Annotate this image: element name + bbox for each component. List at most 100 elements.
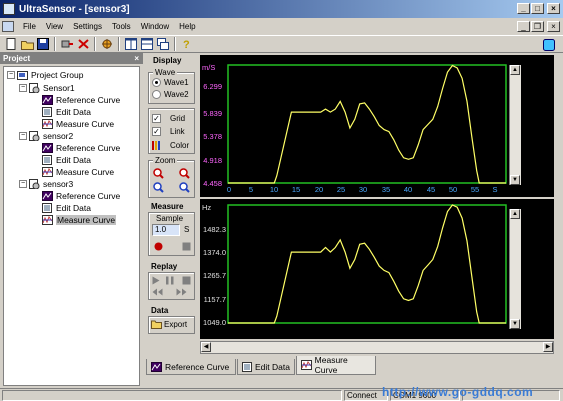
tree-item-label: Measure Curve [56, 167, 115, 177]
x-tick-label: 20 [314, 185, 324, 194]
rewind-icon[interactable] [152, 288, 163, 298]
sensor-icon[interactable] [100, 37, 114, 51]
tree-sensor1-reference-curve[interactable]: Reference Curve [42, 95, 120, 105]
menu-window[interactable]: Window [136, 22, 174, 31]
minimize-icon[interactable]: _ [517, 3, 530, 14]
scroll-up-icon[interactable]: ▲ [510, 65, 520, 75]
radio-selected-icon[interactable] [152, 78, 161, 87]
link-checkbox[interactable]: ✓ Link [152, 127, 185, 136]
help-icon[interactable]: ? [180, 37, 194, 51]
fast-forward-icon[interactable] [176, 288, 187, 298]
velocity-plot [227, 64, 507, 184]
menu-help[interactable]: Help [174, 22, 200, 31]
new-file-icon[interactable] [4, 37, 18, 51]
tree-item-label: Edit Data [56, 155, 91, 165]
collapse-icon[interactable]: − [19, 132, 27, 140]
mdi-close-icon[interactable]: × [547, 21, 560, 32]
chart-area: m/S 6.299 5.839 5.378 4.918 4.458 0 5 10… [199, 54, 555, 356]
cascade-icon[interactable] [156, 37, 170, 51]
panel-close-icon[interactable]: × [134, 53, 139, 64]
collapse-icon[interactable]: − [19, 84, 27, 92]
scroll-up-icon[interactable]: ▲ [510, 209, 520, 219]
mdi-restore-icon[interactable]: ❐ [531, 21, 544, 32]
reference-curve-icon [42, 143, 53, 153]
scroll-down-icon[interactable]: ▼ [510, 175, 520, 185]
velocity-vertical-scrollbar[interactable]: ▲ ▼ [509, 65, 521, 185]
zoom-in-y-icon[interactable] [153, 182, 164, 195]
toolbar-separator [174, 37, 176, 51]
tree-item-label: Reference Curve [56, 95, 121, 105]
replay-stop-icon[interactable] [182, 276, 191, 287]
x-tick-label: 55 [470, 185, 480, 194]
scroll-right-icon[interactable]: ▶ [543, 342, 553, 352]
velocity-chart: m/S 6.299 5.839 5.378 4.918 4.458 0 5 10… [200, 55, 554, 197]
sample-input[interactable]: 1.0 [152, 224, 180, 236]
tree-item-label: Reference Curve [56, 143, 121, 153]
tab-edit-data[interactable]: Edit Data [237, 359, 295, 375]
tree-sensor1-edit-data[interactable]: Edit Data [42, 107, 91, 117]
connect-icon[interactable] [60, 37, 74, 51]
control-column: Display Wave Wave1 Wave2 ✓ Grid ✓ Link C… [146, 54, 198, 388]
stop-icon[interactable] [182, 242, 191, 253]
color-label: Color [170, 140, 190, 150]
zoom-in-x-icon[interactable] [153, 168, 164, 181]
window-controls: _ □ × [517, 3, 560, 14]
tree-item-label: Edit Data [56, 107, 91, 117]
x-tick-label: 40 [403, 185, 413, 194]
tree-sensor2-edit-data[interactable]: Edit Data [42, 155, 91, 165]
tab-reference-curve[interactable]: Reference Curve [146, 359, 236, 375]
tree-sensor3-reference-curve[interactable]: Reference Curve [42, 191, 120, 201]
data-heading: Data [151, 306, 169, 315]
save-icon[interactable] [36, 37, 50, 51]
tree-root[interactable]: − Project Group [7, 70, 83, 80]
tree-sensor3[interactable]: − sensor3 [19, 179, 73, 189]
color-button[interactable]: Color [152, 140, 189, 150]
tree-sensor2-measure-curve[interactable]: Measure Curve [42, 167, 114, 177]
menu-settings[interactable]: Settings [68, 22, 107, 31]
layout-vertical-icon[interactable] [124, 37, 138, 51]
wave-group-title: Wave [153, 68, 178, 77]
frequency-plot [227, 204, 507, 324]
toolbar-separator [118, 37, 120, 51]
tree-sensor3-measure-curve-selected[interactable]: Measure Curve [42, 215, 117, 225]
zoom-out-y-icon[interactable] [179, 182, 190, 195]
menu-view[interactable]: View [41, 22, 68, 31]
wave1-radio[interactable]: Wave1 [152, 78, 189, 87]
play-icon[interactable] [152, 276, 160, 287]
export-button[interactable]: Export [151, 319, 187, 329]
scroll-down-icon[interactable]: ▼ [510, 319, 520, 329]
disconnect-icon[interactable] [76, 37, 90, 51]
toolbar-separator [94, 37, 96, 51]
open-folder-icon[interactable] [20, 37, 34, 51]
tab-measure-curve[interactable]: Measure Curve [296, 355, 376, 375]
menu-file[interactable]: File [18, 22, 41, 31]
tree-item-label: Edit Data [56, 203, 91, 213]
menu-tools[interactable]: Tools [107, 22, 136, 31]
tree-sensor3-edit-data[interactable]: Edit Data [42, 203, 91, 213]
tree-sensor2[interactable]: − sensor2 [19, 131, 73, 141]
close-icon[interactable]: × [547, 3, 560, 14]
display-heading: Display [153, 56, 182, 65]
checkbox-checked-icon[interactable]: ✓ [152, 114, 161, 123]
color-palette-icon [152, 141, 160, 150]
mdi-minimize-icon[interactable]: _ [517, 21, 530, 32]
tree-sensor1-measure-curve[interactable]: Measure Curve [42, 119, 114, 129]
zoom-group-title: Zoom [153, 156, 178, 165]
checkbox-checked-icon[interactable]: ✓ [152, 127, 161, 136]
frequency-vertical-scrollbar[interactable]: ▲ ▼ [509, 209, 521, 329]
horizontal-scrollbar[interactable]: ◀ ▶ [200, 341, 554, 354]
collapse-icon[interactable]: − [7, 71, 15, 79]
layout-horizontal-icon[interactable] [140, 37, 154, 51]
zoom-out-x-icon[interactable] [179, 168, 190, 181]
maximize-icon[interactable]: □ [531, 3, 544, 14]
tree-sensor1[interactable]: − Sensor1 [19, 83, 75, 93]
sensor2-label: sensor2 [43, 131, 74, 141]
pause-icon[interactable] [166, 276, 174, 287]
scroll-left-icon[interactable]: ◀ [201, 342, 211, 352]
collapse-icon[interactable]: − [19, 180, 27, 188]
tree-sensor2-reference-curve[interactable]: Reference Curve [42, 143, 120, 153]
record-icon[interactable] [154, 242, 163, 253]
grid-checkbox[interactable]: ✓ Grid [152, 114, 185, 123]
radio-unselected-icon[interactable] [152, 90, 161, 99]
wave2-radio[interactable]: Wave2 [152, 90, 189, 99]
